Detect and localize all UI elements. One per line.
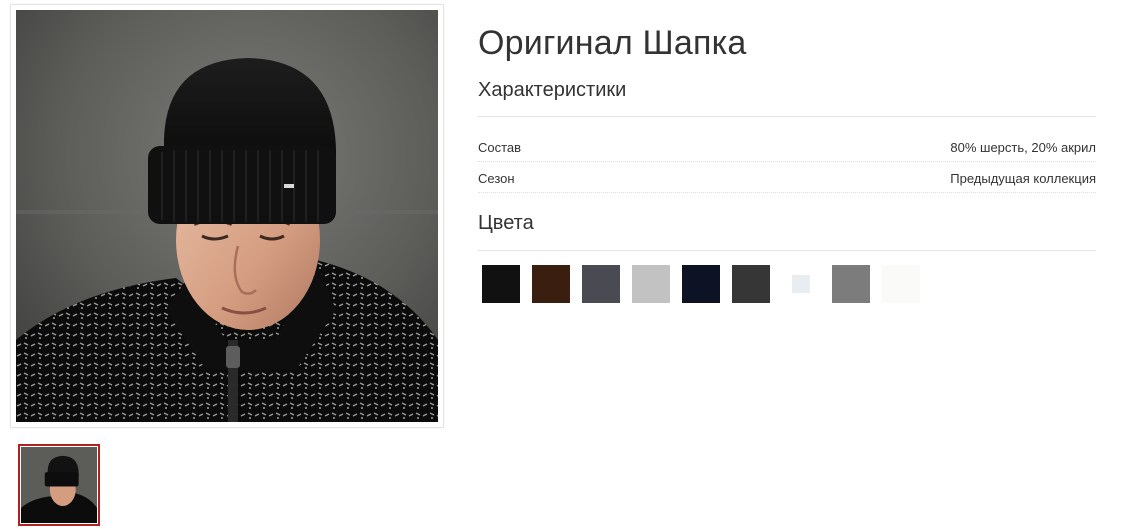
spec-row-composition: Состав 80% шерсть, 20% акрил <box>478 132 1096 162</box>
colors-heading: Цвета <box>478 212 534 234</box>
product-title: Оригинал Шапка <box>478 24 747 62</box>
colors-divider <box>478 250 1096 251</box>
characteristics-divider <box>478 116 1096 117</box>
color-swatch-dark-gray[interactable] <box>732 265 770 303</box>
thumbnail-illustration <box>21 447 97 523</box>
color-swatch-graphite[interactable] <box>582 265 620 303</box>
spec-value: Предыдущая коллекция <box>950 171 1096 186</box>
spec-label: Состав <box>478 140 522 155</box>
product-image <box>16 10 438 422</box>
color-swatch-white[interactable] <box>782 265 820 303</box>
spec-label: Сезон <box>478 171 515 186</box>
thumbnail-item[interactable] <box>18 444 100 526</box>
spec-value: 80% шерсть, 20% акрил <box>950 140 1096 155</box>
main-product-photo[interactable] <box>10 4 444 428</box>
product-photo-illustration <box>16 10 438 422</box>
thumbnail-image <box>21 447 97 523</box>
color-swatch-brown[interactable] <box>532 265 570 303</box>
color-swatch-navy[interactable] <box>682 265 720 303</box>
color-swatch-light-gray[interactable] <box>632 265 670 303</box>
color-swatch-black[interactable] <box>482 265 520 303</box>
characteristics-heading: Характеристики <box>478 79 627 101</box>
color-swatch-ivory[interactable] <box>882 265 920 303</box>
spec-row-season: Сезон Предыдущая коллекция <box>478 163 1096 193</box>
color-swatch-gray[interactable] <box>832 265 870 303</box>
